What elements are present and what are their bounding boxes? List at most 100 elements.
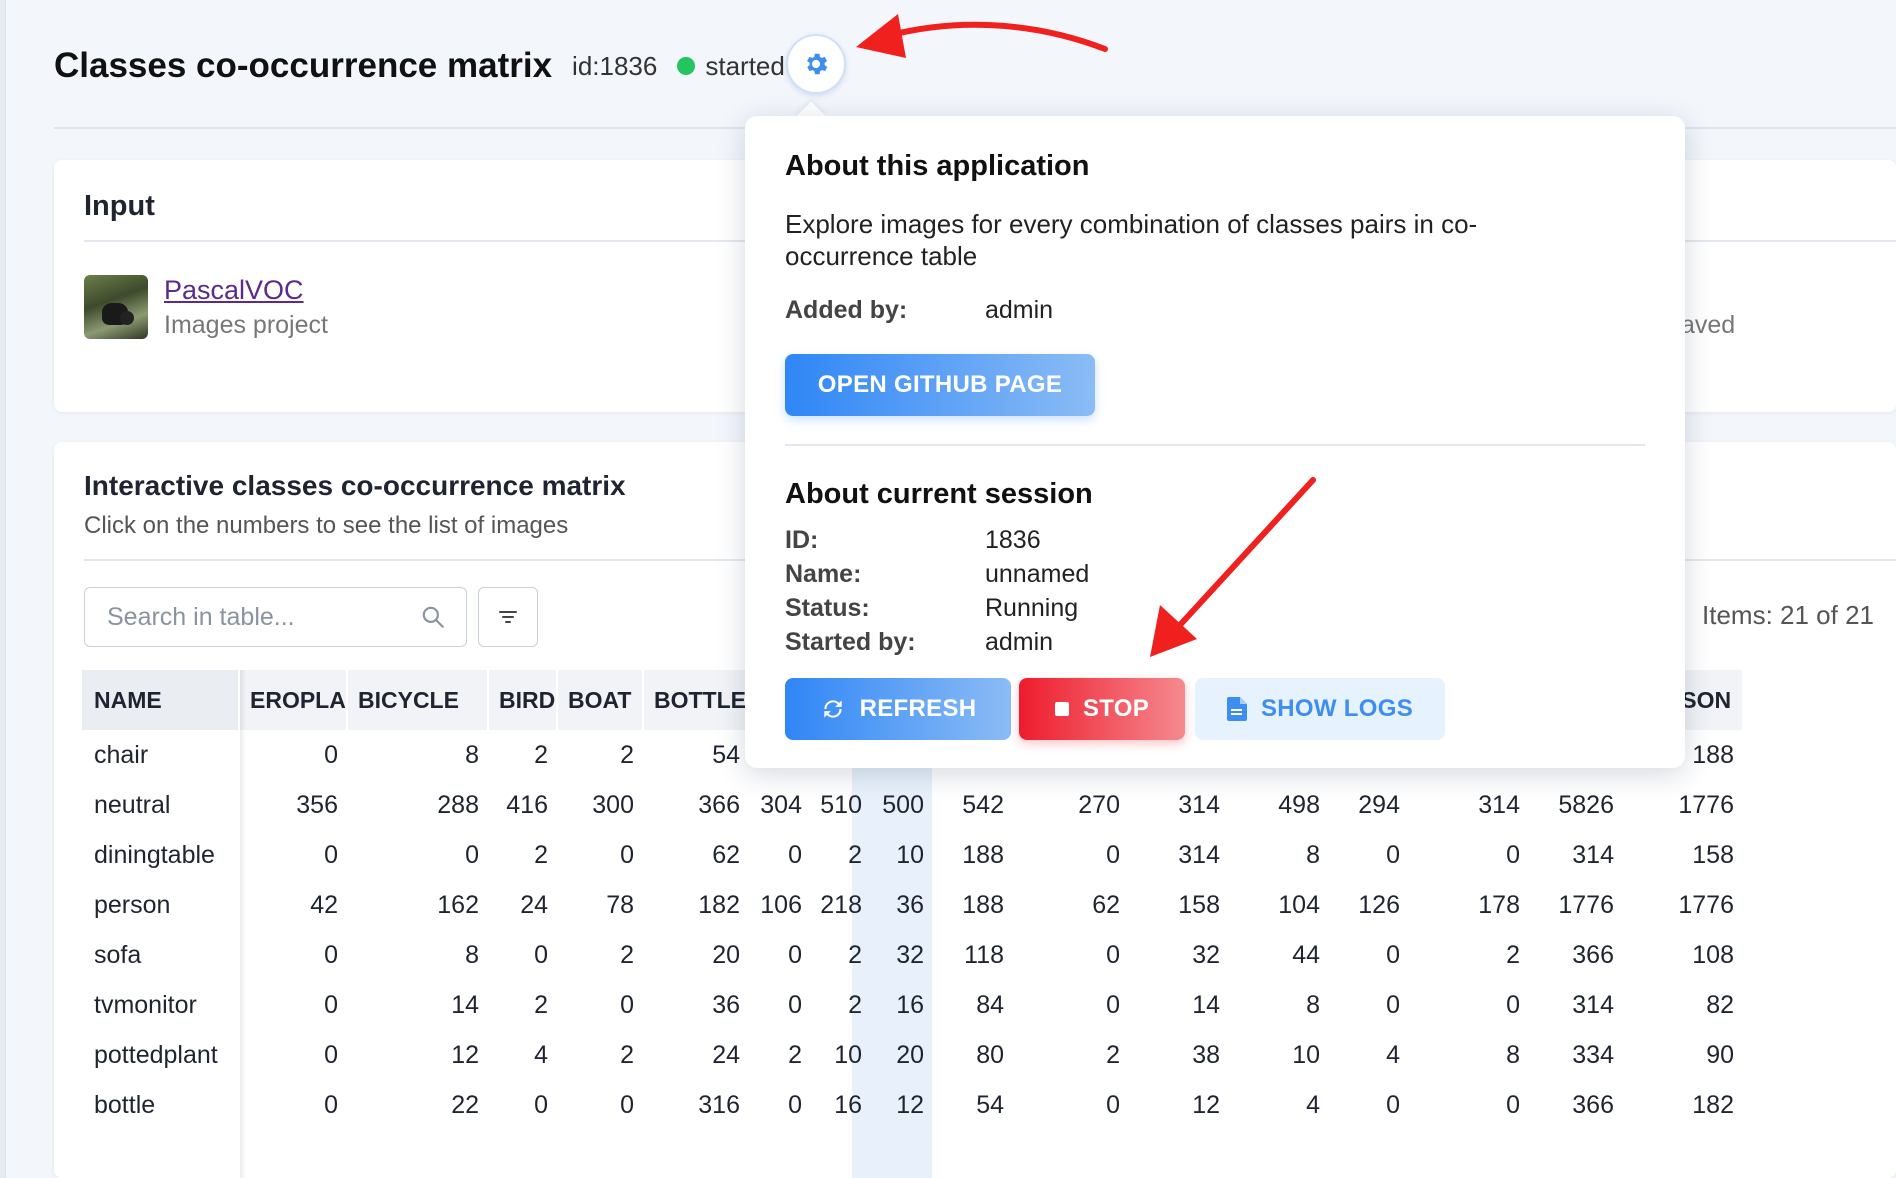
matrix-count-cell[interactable]: 2 — [1014, 1030, 1130, 1080]
matrix-count-cell[interactable]: 314 — [1410, 780, 1530, 830]
matrix-count-cell[interactable]: 314 — [1530, 830, 1624, 880]
matrix-count-cell[interactable]: 0 — [1330, 980, 1410, 1030]
matrix-count-cell[interactable]: 4 — [489, 1030, 558, 1080]
matrix-count-cell[interactable]: 188 — [934, 830, 1014, 880]
matrix-count-cell[interactable]: 2 — [812, 830, 872, 880]
matrix-count-cell[interactable]: 42 — [240, 880, 348, 930]
matrix-count-cell[interactable]: 0 — [1330, 930, 1410, 980]
matrix-count-cell[interactable]: 0 — [1330, 830, 1410, 880]
matrix-count-cell[interactable]: 334 — [1530, 1030, 1624, 1080]
matrix-count-cell[interactable]: 4 — [1230, 1080, 1330, 1130]
column-header[interactable]: EROPLANE — [240, 670, 348, 730]
matrix-count-cell[interactable]: 0 — [240, 1080, 348, 1130]
matrix-count-cell[interactable]: 108 — [1624, 930, 1744, 980]
matrix-count-cell[interactable]: 218 — [812, 880, 872, 930]
matrix-count-cell[interactable]: 0 — [240, 980, 348, 1030]
matrix-count-cell[interactable]: 12 — [1130, 1080, 1230, 1130]
matrix-count-cell[interactable]: 24 — [644, 1030, 750, 1080]
matrix-count-cell[interactable]: 498 — [1230, 780, 1330, 830]
matrix-count-cell[interactable]: 158 — [1624, 830, 1744, 880]
matrix-count-cell[interactable]: 314 — [1530, 980, 1624, 1030]
matrix-count-cell[interactable]: 0 — [1014, 930, 1130, 980]
matrix-count-cell[interactable]: 182 — [644, 880, 750, 930]
open-github-button[interactable]: OPEN GITHUB PAGE — [785, 354, 1095, 416]
matrix-count-cell[interactable]: 62 — [644, 830, 750, 880]
matrix-count-cell[interactable]: 366 — [1530, 930, 1624, 980]
matrix-count-cell[interactable]: 126 — [1330, 880, 1410, 930]
column-header[interactable]: BOTTLE — [644, 670, 750, 730]
matrix-count-cell[interactable]: 158 — [1130, 880, 1230, 930]
matrix-count-cell[interactable]: 104 — [1230, 880, 1330, 930]
matrix-count-cell[interactable]: 0 — [240, 830, 348, 880]
matrix-count-cell[interactable]: 24 — [489, 880, 558, 930]
matrix-count-cell[interactable]: 78 — [558, 880, 644, 930]
matrix-count-cell[interactable]: 0 — [1014, 980, 1130, 1030]
matrix-count-cell[interactable]: 10 — [812, 1030, 872, 1080]
matrix-count-cell[interactable]: 84 — [934, 980, 1014, 1030]
matrix-count-cell[interactable]: 8 — [348, 930, 489, 980]
matrix-count-cell[interactable]: 1776 — [1624, 880, 1744, 930]
matrix-count-cell[interactable]: 542 — [934, 780, 1014, 830]
matrix-count-cell[interactable]: 510 — [812, 780, 872, 830]
matrix-count-cell[interactable]: 22 — [348, 1080, 489, 1130]
search-input[interactable] — [107, 602, 407, 632]
matrix-count-cell[interactable]: 5826 — [1530, 780, 1624, 830]
stop-button[interactable]: STOP — [1019, 678, 1185, 740]
matrix-count-cell[interactable]: 62 — [1014, 880, 1130, 930]
matrix-count-cell[interactable]: 8 — [1230, 830, 1330, 880]
matrix-count-cell[interactable]: 20 — [872, 1030, 934, 1080]
matrix-count-cell[interactable]: 14 — [1130, 980, 1230, 1030]
matrix-count-cell[interactable]: 0 — [1410, 830, 1530, 880]
matrix-count-cell[interactable]: 188 — [934, 880, 1014, 930]
matrix-count-cell[interactable]: 10 — [1230, 1030, 1330, 1080]
matrix-count-cell[interactable]: 54 — [934, 1080, 1014, 1130]
matrix-count-cell[interactable]: 12 — [348, 1030, 489, 1080]
matrix-count-cell[interactable]: 316 — [644, 1080, 750, 1130]
matrix-count-cell[interactable]: 162 — [348, 880, 489, 930]
matrix-count-cell[interactable]: 0 — [348, 830, 489, 880]
matrix-count-cell[interactable]: 36 — [644, 980, 750, 1030]
matrix-count-cell[interactable]: 2 — [812, 930, 872, 980]
matrix-count-cell[interactable]: 416 — [489, 780, 558, 830]
matrix-count-cell[interactable]: 2 — [489, 980, 558, 1030]
matrix-count-cell[interactable]: 182 — [1624, 1080, 1744, 1130]
matrix-count-cell[interactable]: 10 — [872, 830, 934, 880]
settings-button[interactable] — [786, 34, 846, 94]
matrix-count-cell[interactable]: 0 — [240, 730, 348, 780]
matrix-count-cell[interactable]: 0 — [750, 930, 812, 980]
matrix-count-cell[interactable]: 32 — [1130, 930, 1230, 980]
matrix-count-cell[interactable]: 0 — [1014, 1080, 1130, 1130]
matrix-count-cell[interactable]: 0 — [240, 930, 348, 980]
matrix-count-cell[interactable]: 0 — [750, 1080, 812, 1130]
column-header[interactable]: BIRD — [489, 670, 558, 730]
matrix-count-cell[interactable]: 16 — [812, 1080, 872, 1130]
matrix-count-cell[interactable]: 0 — [489, 1080, 558, 1130]
matrix-count-cell[interactable]: 54 — [644, 730, 750, 780]
column-header[interactable]: BOAT — [558, 670, 644, 730]
filter-button[interactable] — [478, 587, 538, 647]
show-logs-button[interactable]: SHOW LOGS — [1195, 678, 1445, 740]
matrix-count-cell[interactable]: 8 — [1410, 1030, 1530, 1080]
matrix-count-cell[interactable]: 44 — [1230, 930, 1330, 980]
matrix-count-cell[interactable]: 0 — [489, 930, 558, 980]
matrix-count-cell[interactable]: 0 — [1410, 980, 1530, 1030]
matrix-count-cell[interactable]: 90 — [1624, 1030, 1744, 1080]
matrix-count-cell[interactable]: 118 — [934, 930, 1014, 980]
matrix-count-cell[interactable]: 20 — [644, 930, 750, 980]
matrix-count-cell[interactable]: 2 — [750, 1030, 812, 1080]
matrix-count-cell[interactable]: 178 — [1410, 880, 1530, 930]
matrix-count-cell[interactable]: 2 — [489, 830, 558, 880]
refresh-button[interactable]: REFRESH — [785, 678, 1011, 740]
matrix-count-cell[interactable]: 366 — [644, 780, 750, 830]
matrix-count-cell[interactable]: 0 — [750, 830, 812, 880]
matrix-count-cell[interactable]: 300 — [558, 780, 644, 830]
matrix-count-cell[interactable]: 8 — [1230, 980, 1330, 1030]
matrix-count-cell[interactable]: 288 — [348, 780, 489, 830]
matrix-count-cell[interactable]: 0 — [240, 1030, 348, 1080]
matrix-count-cell[interactable]: 500 — [872, 780, 934, 830]
matrix-count-cell[interactable]: 2 — [558, 1030, 644, 1080]
matrix-count-cell[interactable]: 0 — [1014, 830, 1130, 880]
matrix-count-cell[interactable]: 106 — [750, 880, 812, 930]
matrix-count-cell[interactable]: 270 — [1014, 780, 1130, 830]
column-header[interactable]: BICYCLE — [348, 670, 489, 730]
